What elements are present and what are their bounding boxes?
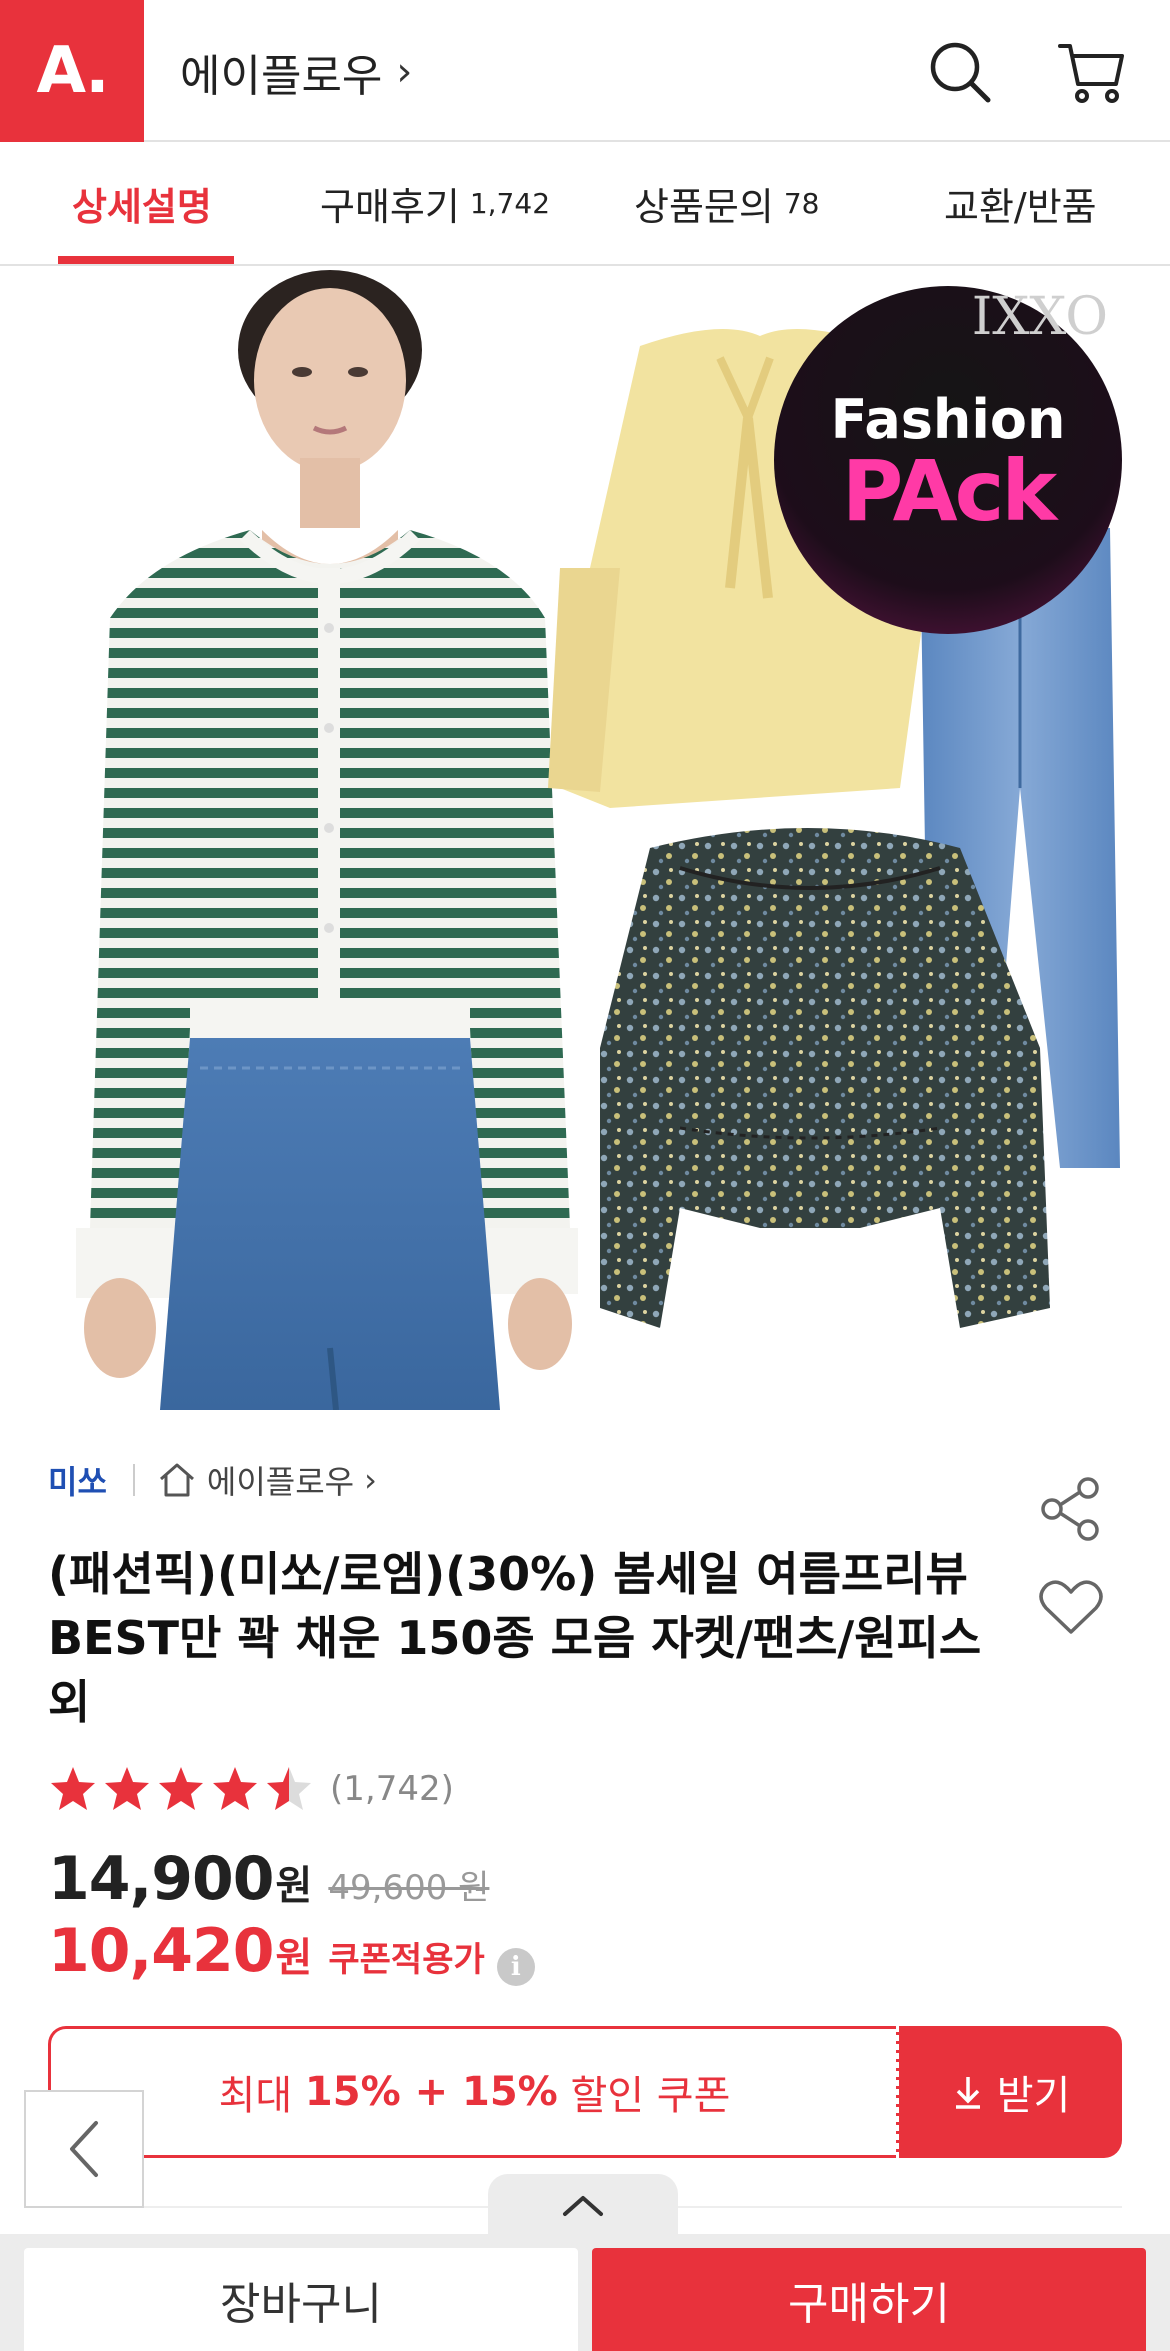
product-title: (패션픽)(미쏘/로엠)(30%) 봄세일 여름프리뷰 BEST만 꽉 채운 1… bbox=[48, 1547, 982, 1729]
store-link-label: 에이플로우 bbox=[206, 1463, 355, 1501]
review-count: (1,742) bbox=[330, 1769, 454, 1809]
price-row: 14,900 원 49,600 원 bbox=[48, 1844, 489, 1914]
store-title: 에이플로우 bbox=[180, 51, 383, 102]
star-rating bbox=[48, 1764, 314, 1814]
coupon-amount: 15% + 15% bbox=[304, 2069, 558, 2115]
star-icon bbox=[159, 1767, 203, 1810]
coupon-suffix: 할인 쿠폰 bbox=[557, 2073, 731, 2119]
tab-count: 1,742 bbox=[469, 186, 551, 220]
back-button[interactable] bbox=[24, 2090, 144, 2208]
price-unit: 원 bbox=[275, 1863, 313, 1909]
product-illustration: Fashion PAck IXXO bbox=[76, 270, 1122, 1410]
coupon-price: 10,420 bbox=[48, 1916, 275, 1986]
bottom-action-bar: 장바구니 구매하기 bbox=[0, 2234, 1170, 2351]
chevron-up-icon bbox=[563, 2196, 603, 2216]
tab-exchange-return[interactable]: 교환/반품 bbox=[944, 142, 1097, 264]
buy-now-button[interactable]: 구매하기 bbox=[592, 2248, 1146, 2351]
half-star-icon bbox=[267, 1767, 311, 1810]
tab-count: 78 bbox=[783, 186, 820, 220]
share-icon[interactable] bbox=[1038, 1476, 1104, 1542]
coupon-price-row: 10,420 원 쿠폰적용가 i bbox=[48, 1916, 535, 1986]
tab-inquiries[interactable]: 상품문의 78 bbox=[634, 142, 819, 264]
app-header: A. 에이플로우 › bbox=[0, 0, 1170, 142]
product-tabs: 상세설명 구매후기 1,742 상품문의 78 교환/반품 bbox=[0, 142, 1170, 266]
chevron-right-icon: › bbox=[396, 49, 413, 95]
tab-label: 상품문의 bbox=[634, 184, 774, 229]
sale-price: 14,900 bbox=[48, 1844, 275, 1914]
get-coupon-label: 받기 bbox=[996, 2073, 1071, 2119]
download-icon bbox=[955, 2077, 980, 2109]
star-icon bbox=[51, 1767, 95, 1810]
corner-brand-text: IXXO bbox=[972, 287, 1108, 347]
tab-label: 구매후기 bbox=[320, 184, 460, 229]
rating-row[interactable]: (1,742) bbox=[48, 1764, 454, 1814]
coupon-price-label: 쿠폰적용가 bbox=[328, 1940, 485, 1980]
coupon-prefix: 최대 bbox=[218, 2073, 305, 2119]
store-link[interactable]: 에이플로우 › bbox=[157, 1457, 377, 1503]
tab-label: 교환/반품 bbox=[944, 184, 1097, 229]
tab-reviews[interactable]: 구매후기 1,742 bbox=[320, 142, 550, 264]
star-icon bbox=[105, 1767, 149, 1810]
home-icon bbox=[159, 1463, 194, 1497]
coupon-banner[interactable]: 최대 15% + 15% 할인 쿠폰 bbox=[48, 2026, 898, 2158]
product-image[interactable]: Fashion PAck IXXO bbox=[0, 268, 1170, 1410]
badge-line2: PAck bbox=[842, 442, 1060, 540]
tab-details[interactable]: 상세설명 bbox=[72, 142, 212, 264]
store-title-link[interactable]: 에이플로우 › bbox=[180, 40, 412, 104]
cart-icon[interactable] bbox=[1056, 36, 1128, 108]
brand-row: 미쏘 에이플로우 › bbox=[48, 1457, 377, 1503]
chevron-left-icon bbox=[70, 2121, 98, 2177]
coupon-price-unit: 원 bbox=[275, 1935, 313, 1981]
brand-link[interactable]: 미쏘 bbox=[48, 1457, 107, 1503]
home-logo[interactable]: A. bbox=[0, 0, 144, 142]
chevron-right-icon: › bbox=[364, 1461, 377, 1499]
info-icon[interactable]: i bbox=[496, 1948, 535, 1986]
tab-label: 상세설명 bbox=[72, 184, 212, 229]
original-price: 49,600 원 bbox=[328, 1868, 490, 1908]
search-icon[interactable] bbox=[924, 36, 996, 108]
active-tab-indicator bbox=[58, 256, 234, 264]
divider bbox=[132, 1464, 135, 1496]
heart-icon[interactable] bbox=[1038, 1578, 1104, 1638]
expand-handle[interactable] bbox=[488, 2174, 678, 2238]
star-icon bbox=[213, 1767, 257, 1810]
get-coupon-button[interactable]: 받기 bbox=[896, 2026, 1122, 2158]
add-to-cart-button[interactable]: 장바구니 bbox=[24, 2248, 578, 2351]
